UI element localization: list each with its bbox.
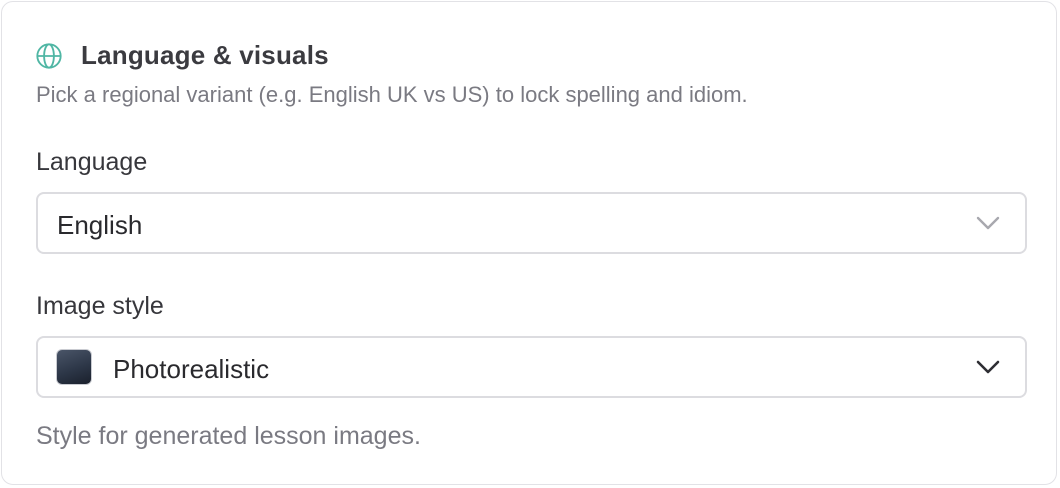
language-select[interactable]: English	[36, 192, 1027, 254]
section-header: Language & visuals	[35, 40, 329, 71]
image-style-label: Image style	[36, 292, 164, 320]
chevron-down-icon	[976, 216, 1000, 230]
image-style-select[interactable]: Photorealistic	[36, 336, 1027, 398]
image-style-help: Style for generated lesson images.	[36, 422, 421, 450]
section-subtitle: Pick a regional variant (e.g. English UK…	[36, 82, 748, 107]
chevron-down-icon	[976, 360, 1000, 374]
style-swatch	[56, 349, 92, 385]
language-label: Language	[36, 148, 148, 176]
section-title: Language & visuals	[81, 40, 329, 70]
language-select-value: English	[57, 210, 143, 240]
language-visuals-card: Language & visuals Pick a regional varia…	[1, 1, 1057, 485]
globe-icon	[36, 42, 62, 69]
image-style-select-value: Photorealistic	[113, 354, 270, 384]
